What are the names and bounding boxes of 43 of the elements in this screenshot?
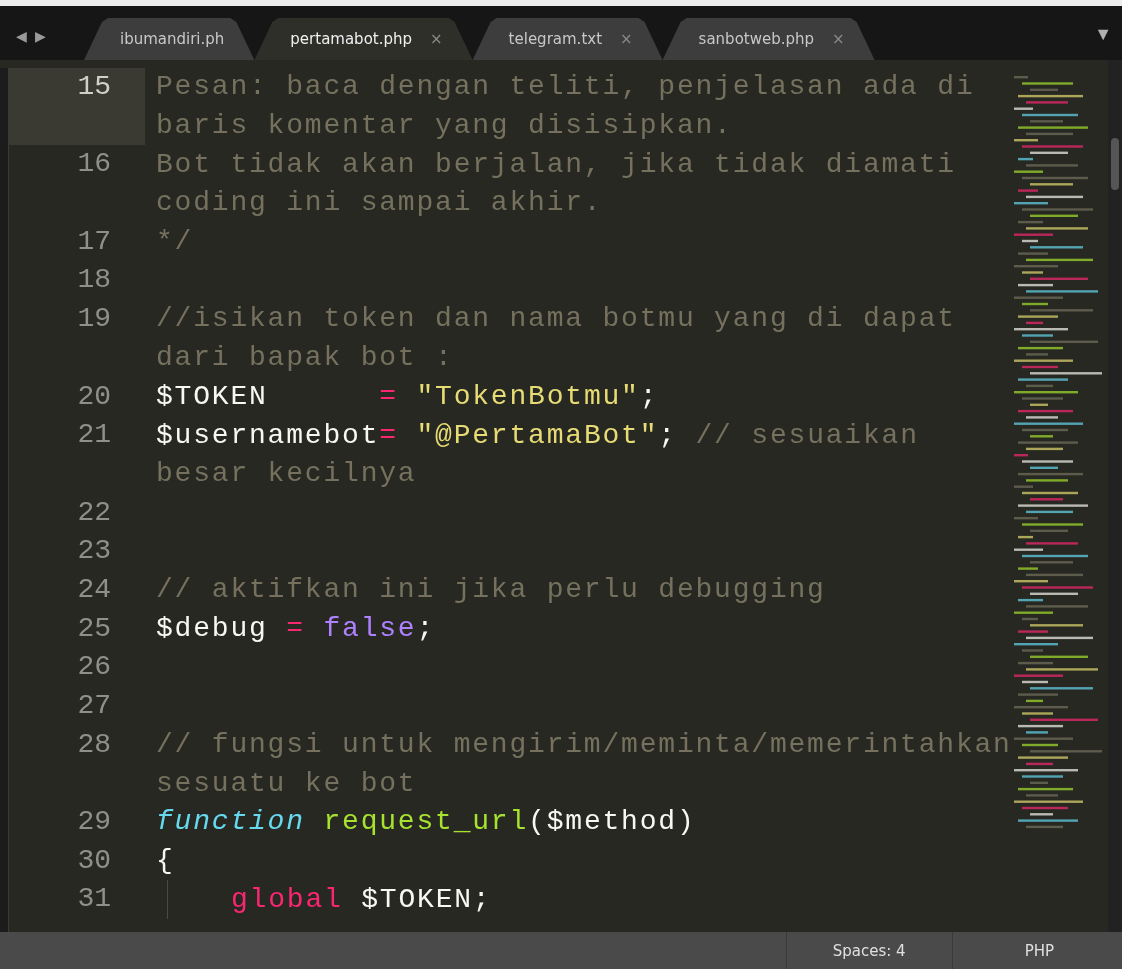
code-line: Bot tidak akan berjalan, jika tidak diamati [156,147,956,182]
line-number: 20 [77,379,111,414]
tab-list-dropdown[interactable]: ▼ [1088,23,1118,46]
code-line: dari bapak bot : [156,341,454,376]
code-line: coding ini sampai akhir. [156,186,603,221]
line-number: 23 [77,534,111,569]
line-number: 21 [77,418,111,453]
line-number: 22 [77,495,111,530]
line-number: 16 [77,147,111,182]
indent-guide [167,880,168,920]
line-number: 30 [77,843,111,878]
code-line: { [156,844,175,879]
line-number: 28 [77,727,111,762]
line-number: 27 [77,689,111,723]
code-line: // aktifkan ini jika perlu debugging [156,573,826,608]
code-line: baris komentar yang disisipkan. [156,109,733,144]
code-line: $TOKEN = "TokenBotmu"; [156,379,659,414]
code-line: */ [156,225,194,260]
line-number: 29 [77,805,111,840]
code-line: $debug = false; [156,611,436,646]
scrollbar-thumb[interactable] [1111,138,1119,190]
code-line: sesuatu ke bot [156,766,417,801]
tab[interactable]: sanbotweb.php × [662,18,875,60]
tab[interactable]: telegram.txt × [472,18,663,60]
code-line: $usernamebot= "@PertamaBot"; // sesuaikan [156,418,919,453]
line-number: 26 [77,650,111,685]
line-number: 19 [77,302,111,337]
tab[interactable]: pertamabot.php × [254,18,473,60]
code-line: global $TOKEN; [231,882,492,917]
line-number: 17 [77,224,111,259]
syntax-status[interactable]: PHP [951,932,1122,969]
line-number: 25 [77,611,111,646]
line-number: 31 [77,882,111,917]
code-line: besar kecilnya [156,457,417,492]
line-number: 18 [77,263,111,298]
indentation-status[interactable]: Spaces: 4 [785,932,952,969]
line-number: 24 [77,572,111,607]
tab[interactable]: ibumandiri.ph [84,18,255,60]
code-line: Pesan: baca dengan teliti, penjelasan ada di [156,70,975,105]
code-line: //isikan token dan nama botmu yang di dapat [156,302,956,337]
code-line: function request_url($method) [156,805,696,840]
code-line: // fungsi untuk mengirim/meminta/memerintahkan [156,728,1012,763]
line-number: 15 [77,70,111,104]
